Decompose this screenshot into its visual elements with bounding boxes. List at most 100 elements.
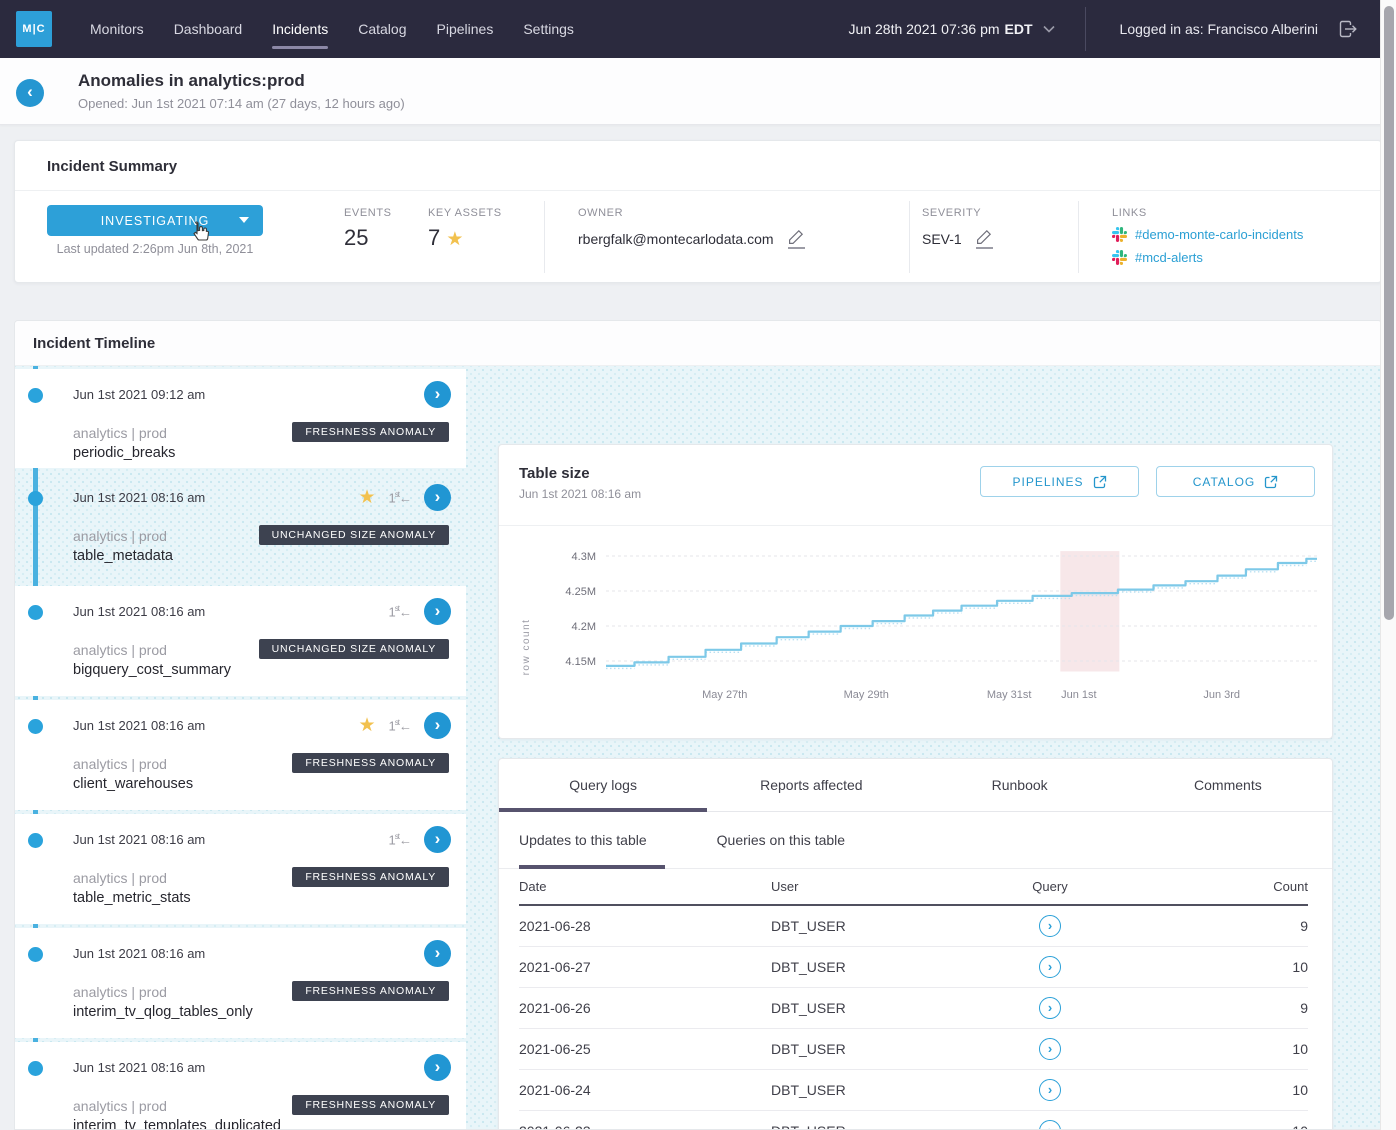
timeline-item-date: Jun 1st 2021 08:16 am [73, 832, 205, 847]
open-event-arrow-button[interactable]: › [424, 1054, 451, 1081]
slack-channel-link[interactable]: #mcd-alerts [1112, 250, 1303, 265]
owner-column: OWNER rbergfalk@montecarlodata.com [578, 207, 805, 249]
detail-tabs-card: Query logsReports affectedRunbookComment… [498, 758, 1333, 1130]
timeline-item-table-name: interim_tv_templates_duplicated [73, 1118, 281, 1130]
subtab-queries-on-this-table[interactable]: Queries on this table [717, 812, 863, 868]
timeline-item-client_warehouses[interactable]: Jun 1st 2021 08:16 am★1st←›analytics | p… [15, 700, 466, 810]
open-event-arrow-button[interactable]: › [424, 484, 451, 511]
star-icon: ★ [446, 229, 463, 250]
table-size-card: Table size Jun 1st 2021 08:16 am PIPELIN… [498, 444, 1333, 739]
nav-item-catalog[interactable]: Catalog [358, 0, 406, 58]
severity-label: SEVERITY [922, 207, 993, 219]
nav-item-monitors[interactable]: Monitors [90, 0, 144, 58]
top-nav: M|C Monitors Dashboard Incidents Catalog Pip… [0, 0, 1396, 58]
svg-text:May 29th: May 29th [844, 689, 889, 701]
scrollbar-thumb[interactable] [1384, 6, 1394, 620]
view-query-button[interactable]: › [1039, 1079, 1061, 1101]
table-header-row: Date User Query Count [519, 869, 1308, 906]
svg-text:May 27th: May 27th [702, 689, 747, 701]
col-header-query: Query [1032, 879, 1067, 894]
svg-text:4.2M: 4.2M [572, 621, 596, 633]
slack-icon [1112, 250, 1127, 265]
anomaly-type-badge: FRESHNESS ANOMALY [292, 753, 449, 773]
table-row: 2021-06-27DBT_USER›10 [519, 947, 1308, 988]
cell-user: DBT_USER [771, 1123, 971, 1130]
cell-user: DBT_USER [771, 918, 971, 934]
timeline-item-date: Jun 1st 2021 08:16 am [73, 490, 205, 505]
open-event-arrow-button[interactable]: › [424, 940, 451, 967]
monte-carlo-logo[interactable]: M|C [16, 11, 52, 47]
main-tabs: Query logsReports affectedRunbookComment… [499, 759, 1332, 812]
nav-item-settings[interactable]: Settings [523, 0, 574, 58]
severity-value: SEV-1 [922, 231, 962, 247]
table-row: 2021-06-25DBT_USER›10 [519, 1029, 1308, 1070]
timeline-item-icons: › [424, 940, 451, 967]
anomaly-type-badge: FRESHNESS ANOMALY [292, 981, 449, 1001]
open-event-arrow-button[interactable]: › [424, 712, 451, 739]
pipelines-button[interactable]: PIPELINES [980, 466, 1139, 497]
catalog-button[interactable]: CATALOG [1156, 466, 1315, 497]
open-event-arrow-button[interactable]: › [424, 381, 451, 408]
timeline-item-periodic_breaks[interactable]: Jun 1st 2021 09:12 am›analytics | prodFR… [15, 369, 466, 468]
open-event-arrow-button[interactable]: › [424, 598, 451, 625]
slack-channel-label: #mcd-alerts [1135, 250, 1203, 265]
links-column: LINKS #demo-monte-carlo-incidents #mcd-al… [1112, 207, 1303, 273]
edit-severity-icon[interactable] [976, 229, 993, 249]
timeline-title: Incident Timeline [33, 335, 155, 352]
timeline-item-icons: ★1st←› [358, 712, 451, 739]
view-query-button[interactable]: › [1039, 997, 1061, 1019]
timeline-dot-icon [28, 491, 43, 506]
sub-tabs: Updates to this table Queries on this tab… [499, 812, 1332, 869]
view-query-button[interactable]: › [1039, 915, 1061, 937]
links-label: LINKS [1112, 207, 1303, 219]
nav-item-pipelines[interactable]: Pipelines [437, 0, 494, 58]
cell-query: › [1039, 956, 1061, 978]
subtab-updates-to-this-table[interactable]: Updates to this table [519, 812, 665, 868]
table-row: 2021-06-28DBT_USER›9 [519, 906, 1308, 947]
tab-query-logs[interactable]: Query logs [499, 759, 707, 811]
timeline-item-date: Jun 1st 2021 08:16 am [73, 604, 205, 619]
events-column: EVENTS 25 [344, 207, 392, 251]
tab-runbook[interactable]: Runbook [916, 759, 1124, 811]
tab-comments[interactable]: Comments [1124, 759, 1332, 811]
cell-count: 10 [1292, 1041, 1308, 1057]
cell-date: 2021-06-25 [519, 1041, 771, 1057]
view-query-button[interactable]: › [1039, 1038, 1061, 1060]
timeline-item-table_metric_stats[interactable]: Jun 1st 2021 08:16 am1st←›analytics | pr… [15, 814, 466, 924]
back-button[interactable]: ‹ [16, 79, 44, 107]
external-link-icon [1264, 475, 1278, 489]
col-header-date: Date [519, 879, 771, 894]
timeline-item-date: Jun 1st 2021 08:16 am [73, 718, 205, 733]
cell-query: › [1039, 997, 1061, 1019]
timeline-item-table_metadata[interactable]: Jun 1st 2021 08:16 am★1st←›analytics | p… [15, 472, 466, 582]
timeline-item-interim_tv_templates_duplicated[interactable]: Jun 1st 2021 08:16 am›analytics | prodFR… [15, 1042, 466, 1130]
timeline-item-icons: 1st←› [389, 598, 451, 625]
summary-vdivider [909, 201, 910, 273]
cell-date: 2021-06-23 [519, 1123, 771, 1130]
edit-owner-icon[interactable] [788, 229, 805, 249]
view-query-button[interactable]: › [1039, 956, 1061, 978]
table-row: 2021-06-23DBT_USER›10 [519, 1111, 1308, 1130]
datetime-selector[interactable]: Jun 28th 2021 07:36 pm EDT [849, 21, 1055, 37]
timeline-item-interim_tv_qlog_tables_only[interactable]: Jun 1st 2021 08:16 am›analytics | prodFR… [15, 928, 466, 1038]
logout-icon[interactable] [1336, 17, 1360, 41]
timeline-item-bigquery_cost_summary[interactable]: Jun 1st 2021 08:16 am1st←›analytics | pr… [15, 586, 466, 696]
svg-text:row count: row count [521, 619, 532, 676]
slack-channel-link[interactable]: #demo-monte-carlo-incidents [1112, 227, 1303, 242]
timezone-label: EDT [1005, 21, 1033, 37]
timeline-header: Incident Timeline [15, 321, 1381, 366]
status-dropdown-button[interactable]: INVESTIGATING [47, 205, 263, 236]
timeline-item-date: Jun 1st 2021 08:16 am [73, 1060, 205, 1075]
nav-divider [1085, 7, 1086, 51]
status-label: INVESTIGATING [101, 214, 210, 228]
view-query-button[interactable]: › [1039, 1120, 1061, 1130]
open-event-arrow-button[interactable]: › [424, 826, 451, 853]
timeline-item-icons: ★1st←› [358, 484, 451, 511]
catalog-button-label: CATALOG [1193, 475, 1256, 489]
tab-reports-affected[interactable]: Reports affected [707, 759, 915, 811]
timeline-dot-icon [28, 833, 43, 848]
summary-vdivider [1078, 201, 1079, 273]
nav-item-dashboard[interactable]: Dashboard [174, 0, 243, 58]
chart-subtitle: Jun 1st 2021 08:16 am [519, 487, 641, 501]
nav-item-incidents[interactable]: Incidents [272, 0, 328, 58]
